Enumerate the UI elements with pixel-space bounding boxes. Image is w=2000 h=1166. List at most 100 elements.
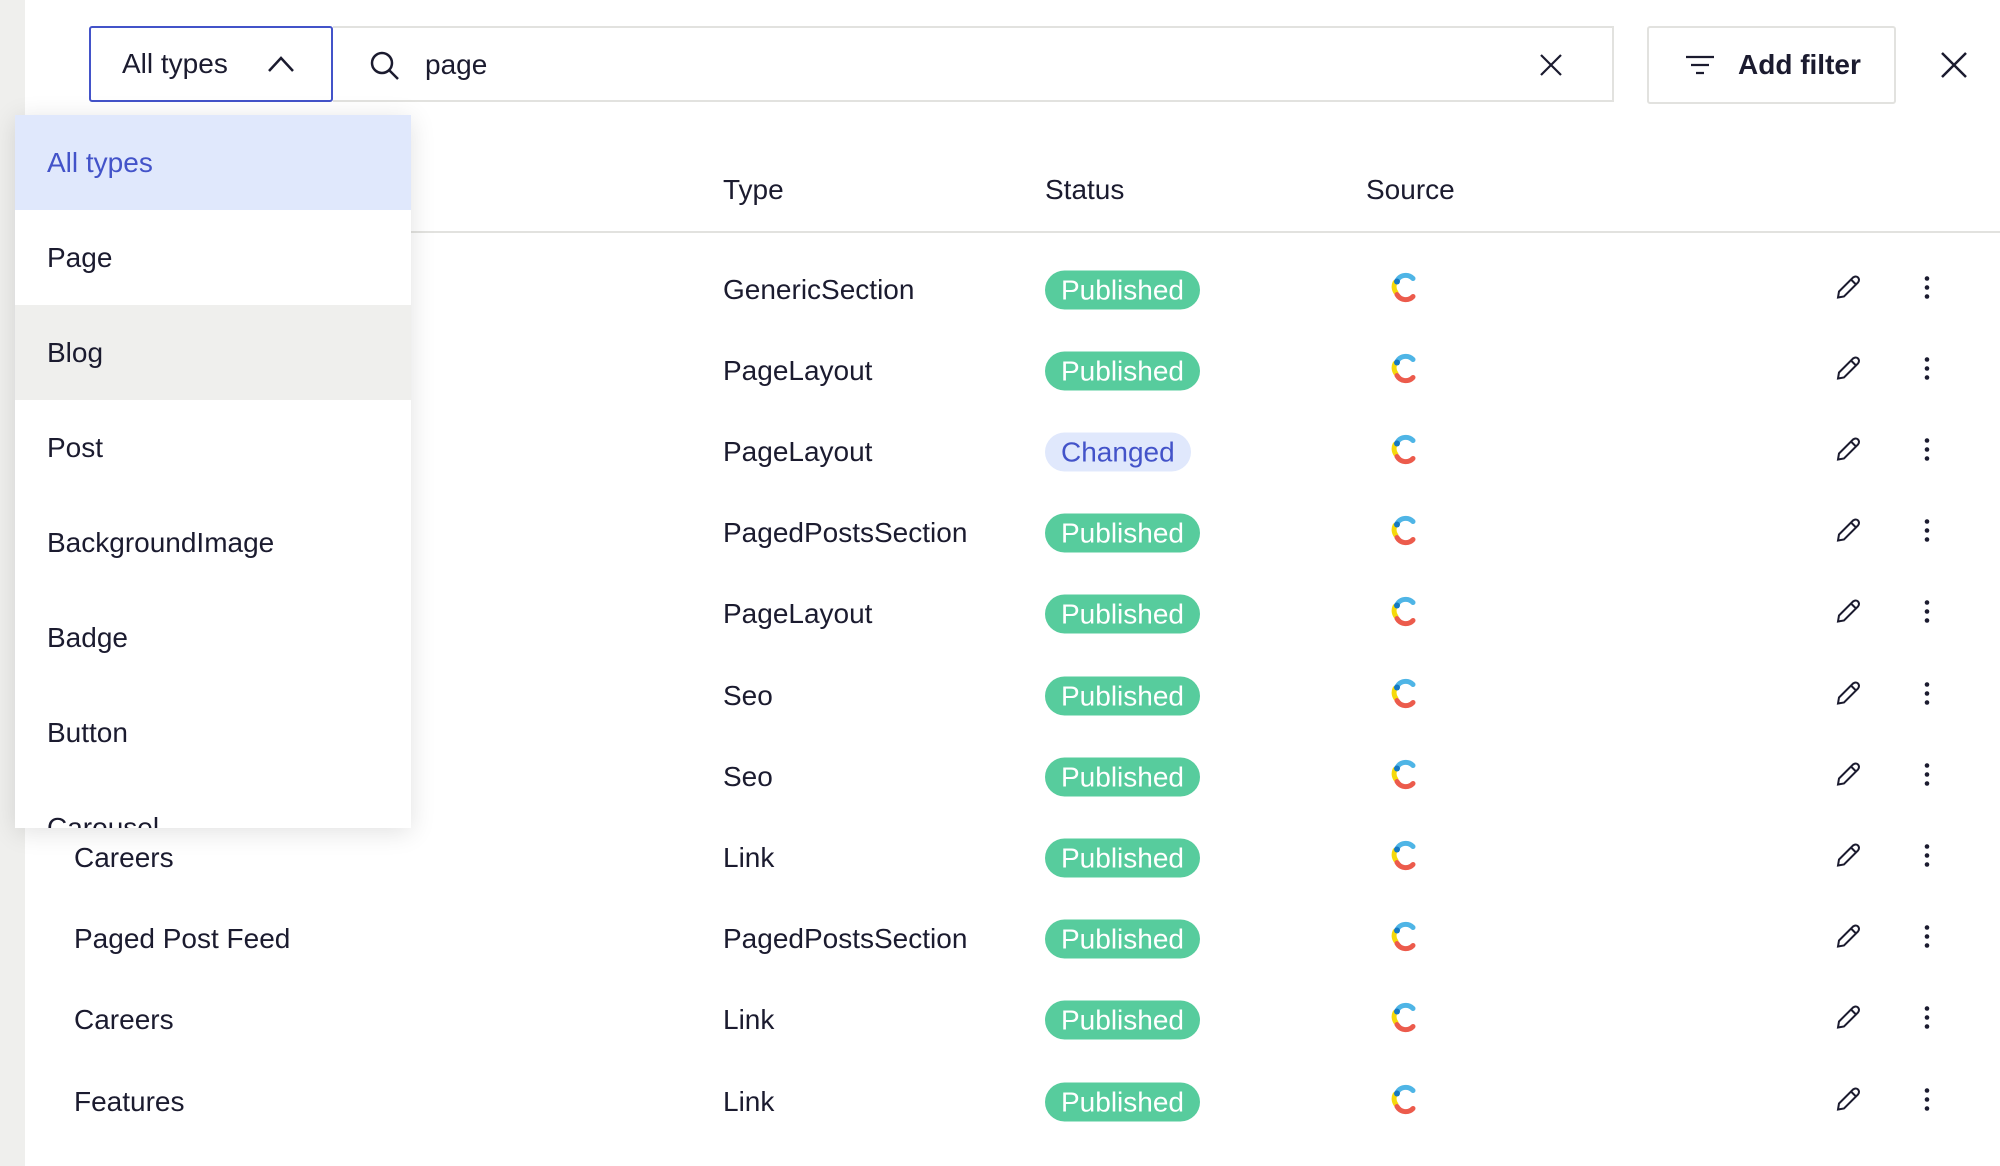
kebab-menu-icon: [1924, 925, 1930, 948]
more-actions-button[interactable]: [1923, 762, 1931, 791]
dropdown-option-all types[interactable]: All types: [15, 115, 411, 210]
status-badge: Published: [1045, 676, 1200, 715]
contentful-logo-icon: [1391, 516, 1416, 546]
table-row[interactable]: Careers Link Published: [25, 817, 2000, 898]
pencil-icon: [1836, 518, 1860, 542]
edit-button[interactable]: [1835, 436, 1861, 467]
column-header-status[interactable]: Status: [1045, 174, 1124, 206]
kebab-menu-icon: [1924, 762, 1930, 786]
edit-button[interactable]: [1835, 1086, 1861, 1117]
more-actions-button[interactable]: [1923, 1006, 1931, 1035]
status-badge: Published: [1045, 513, 1200, 553]
entry-type: PagedPostsSection: [723, 517, 968, 549]
source-logo: [1389, 352, 1419, 389]
dropdown-option-backgroundimage[interactable]: BackgroundImage: [15, 495, 411, 590]
add-filter-button[interactable]: Add filter: [1647, 26, 1896, 104]
table-row[interactable]: Features Link Published: [25, 1061, 2000, 1142]
status-badge: Published: [1045, 270, 1200, 309]
entry-name[interactable]: Features: [74, 1086, 185, 1118]
more-actions-button[interactable]: [1923, 681, 1931, 710]
entry-type: Seo: [723, 679, 773, 711]
more-actions-button[interactable]: [1923, 437, 1931, 466]
more-actions-button[interactable]: [1923, 600, 1931, 629]
status-badge: Changed: [1045, 432, 1191, 472]
entry-type: Link: [723, 1004, 775, 1036]
contentful-logo-icon: [1391, 1003, 1416, 1033]
dropdown-option-blog[interactable]: Blog: [15, 305, 411, 400]
contentful-logo-icon: [1391, 922, 1416, 952]
contentful-logo-icon: [1391, 272, 1416, 302]
kebab-menu-icon: [1924, 438, 1930, 461]
dropdown-option-page[interactable]: Page: [15, 210, 411, 305]
status-badge: Published: [1045, 1082, 1200, 1121]
source-logo: [1389, 677, 1419, 714]
pencil-icon: [1836, 599, 1860, 624]
dropdown-option-badge[interactable]: Badge: [15, 590, 411, 685]
table-row[interactable]: Careers Link Published: [25, 980, 2000, 1061]
contentful-logo-icon: [1391, 597, 1416, 627]
column-header-type[interactable]: Type: [723, 174, 784, 206]
search-input[interactable]: [423, 44, 1507, 86]
kebab-menu-icon: [1924, 600, 1930, 624]
more-actions-button[interactable]: [1923, 519, 1931, 548]
edit-button[interactable]: [1835, 680, 1861, 711]
entry-type: PageLayout: [723, 598, 873, 630]
edit-button[interactable]: [1835, 599, 1861, 630]
entry-name[interactable]: Careers: [74, 842, 174, 874]
edit-button[interactable]: [1835, 924, 1861, 955]
status-badge: Published: [1045, 919, 1200, 959]
pencil-icon: [1836, 1005, 1860, 1030]
entry-name[interactable]: Paged Post Feed: [74, 923, 290, 955]
more-actions-button[interactable]: [1923, 843, 1931, 872]
source-logo: [1389, 758, 1419, 795]
kebab-menu-icon: [1924, 1087, 1930, 1111]
edit-button[interactable]: [1835, 761, 1861, 792]
status-badge: Published: [1045, 594, 1200, 634]
content-type-dropdown-menu: All types Page Blog Post BackgroundImage Badg…: [15, 115, 411, 828]
contentful-logo-icon: [1391, 1084, 1416, 1114]
dropdown-option-carousel[interactable]: Carousel: [15, 780, 411, 829]
table-row[interactable]: Paged Post Feed PagedPostsSection Publishe…: [25, 899, 2000, 980]
pencil-icon: [1836, 843, 1860, 867]
more-actions-button[interactable]: [1923, 925, 1931, 954]
pencil-icon: [1836, 762, 1860, 786]
pencil-icon: [1836, 681, 1860, 705]
entry-type: PageLayout: [723, 354, 873, 386]
entry-type: PagedPostsSection: [723, 923, 968, 955]
edit-button[interactable]: [1835, 274, 1861, 305]
filter-icon: [1686, 55, 1714, 75]
kebab-menu-icon: [1924, 681, 1930, 705]
source-logo: [1389, 1002, 1419, 1039]
edit-button[interactable]: [1835, 355, 1861, 386]
entry-type: GenericSection: [723, 273, 915, 305]
contentful-logo-icon: [1391, 840, 1416, 870]
edit-button[interactable]: [1835, 518, 1861, 549]
contentful-logo-icon: [1391, 353, 1416, 383]
source-logo: [1389, 596, 1419, 633]
entry-type: Link: [723, 1085, 775, 1117]
status-badge: Published: [1045, 757, 1200, 797]
edit-button[interactable]: [1835, 1005, 1861, 1036]
dropdown-option-post[interactable]: Post: [15, 400, 411, 495]
content-type-select[interactable]: All types: [89, 26, 333, 102]
kebab-menu-icon: [1924, 1006, 1930, 1030]
more-actions-button[interactable]: [1923, 356, 1931, 385]
source-logo: [1389, 1083, 1419, 1120]
clear-search-icon[interactable]: [1538, 52, 1564, 78]
more-actions-button[interactable]: [1923, 1087, 1931, 1116]
chevron-up-icon: [268, 56, 294, 72]
pencil-icon: [1836, 356, 1860, 380]
column-header-source[interactable]: Source: [1366, 174, 1455, 206]
dropdown-option-button[interactable]: Button: [15, 685, 411, 780]
edit-button[interactable]: [1835, 842, 1861, 873]
entry-name[interactable]: Careers: [74, 1004, 174, 1036]
contentful-logo-icon: [1391, 759, 1416, 789]
source-logo: [1389, 921, 1419, 958]
entry-type: PageLayout: [723, 435, 873, 467]
search-icon: [370, 51, 399, 80]
close-icon[interactable]: [1940, 51, 1968, 79]
entry-type: Link: [723, 841, 775, 873]
more-actions-button[interactable]: [1923, 275, 1931, 304]
entry-type: Seo: [723, 760, 773, 792]
contentful-logo-icon: [1391, 678, 1416, 708]
